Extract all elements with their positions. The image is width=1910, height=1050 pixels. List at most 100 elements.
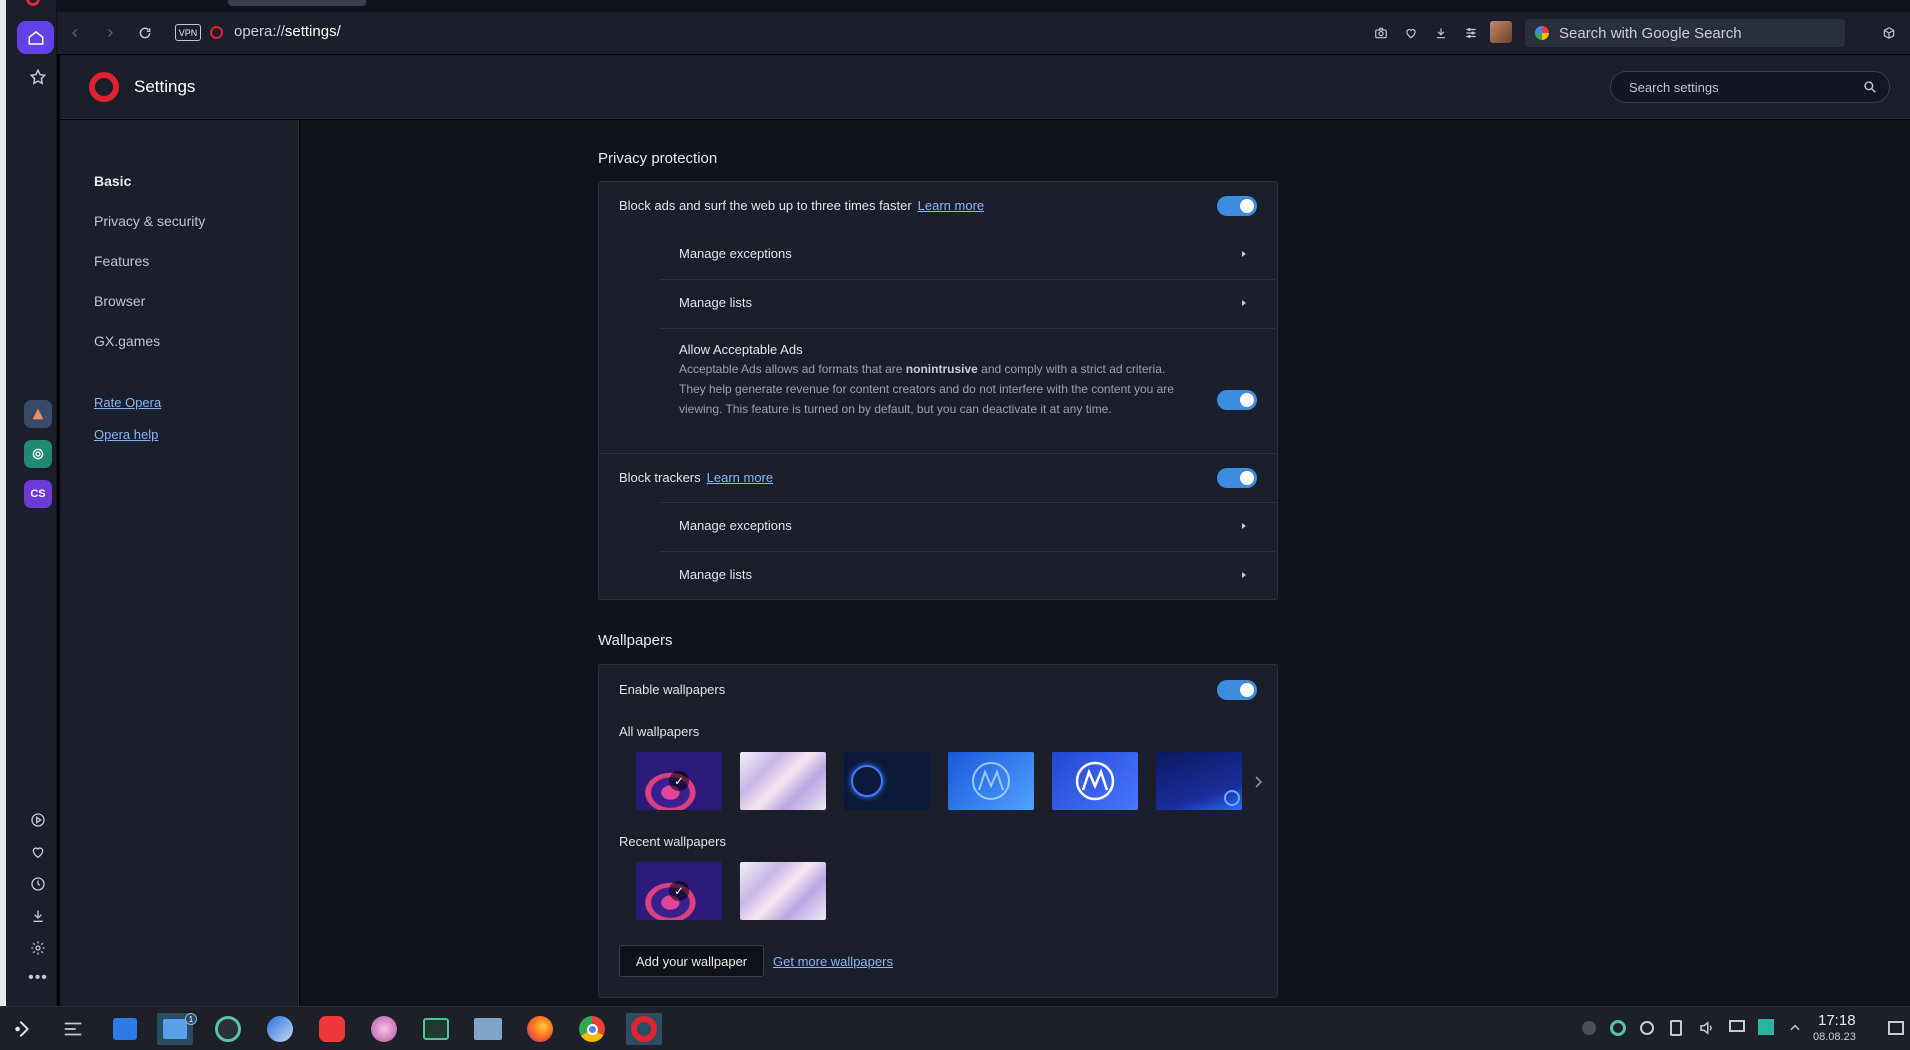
trackers-manage-exceptions[interactable]: Manage exceptions bbox=[679, 518, 792, 533]
enable-wallpapers-toggle[interactable] bbox=[1217, 680, 1257, 700]
extensions-cube-icon[interactable] bbox=[1878, 22, 1900, 44]
get-more-wallpapers-link[interactable]: Get more wallpapers bbox=[773, 954, 893, 969]
firefox-icon[interactable] bbox=[522, 1013, 558, 1045]
block-trackers-learn-more-link[interactable]: Learn more bbox=[707, 470, 773, 485]
wallpaper-thumbnail-4[interactable] bbox=[948, 752, 1034, 810]
chrome-icon[interactable] bbox=[574, 1013, 610, 1045]
settings-gear-icon[interactable] bbox=[20, 932, 56, 964]
block-ads-learn-more-link[interactable]: Learn more bbox=[918, 198, 984, 213]
url-field[interactable]: opera://settings/ bbox=[234, 23, 341, 40]
nav-features[interactable]: Features bbox=[94, 253, 149, 269]
xmind-tray-icon[interactable] bbox=[1610, 1020, 1626, 1036]
download-icon[interactable] bbox=[1430, 22, 1452, 44]
acceptable-ads-toggle[interactable] bbox=[1217, 390, 1257, 410]
app-tray-icon[interactable] bbox=[1758, 1019, 1774, 1035]
media-pause-tray-icon[interactable] bbox=[1640, 1021, 1654, 1035]
store-bag-icon[interactable] bbox=[107, 1013, 143, 1045]
block-ads-toggle[interactable] bbox=[1217, 196, 1257, 216]
settings-search-placeholder: Search settings bbox=[1629, 79, 1719, 95]
vivaldi-icon[interactable] bbox=[314, 1013, 350, 1045]
active-tab[interactable] bbox=[228, 0, 366, 6]
rate-opera-link[interactable]: Rate Opera bbox=[94, 395, 161, 410]
block-trackers-label: Block trackers bbox=[619, 470, 701, 485]
wallpaper-thumbnail-6[interactable] bbox=[1156, 752, 1242, 810]
clipboard-tray-icon[interactable] bbox=[1670, 1020, 1682, 1036]
nav-privacy-security[interactable]: Privacy & security bbox=[94, 213, 205, 229]
network-tray-icon[interactable] bbox=[1729, 1020, 1745, 1032]
add-wallpaper-button[interactable]: Add your wallpaper bbox=[619, 945, 764, 977]
reload-icon[interactable] bbox=[134, 22, 156, 44]
my-flow-heart-icon[interactable] bbox=[20, 836, 56, 868]
clock-time[interactable]: 17:18 bbox=[1818, 1012, 1856, 1029]
recent-wallpapers-label: Recent wallpapers bbox=[619, 834, 726, 849]
updates-tray-icon[interactable] bbox=[1582, 1021, 1596, 1035]
snapshot-camera-icon[interactable] bbox=[1370, 22, 1392, 44]
opera-sidebar: CS ••• bbox=[6, 0, 57, 1006]
bookmark-heart-icon[interactable] bbox=[1400, 22, 1422, 44]
opera-menu-icon[interactable] bbox=[26, 0, 40, 6]
chevron-right-icon[interactable] bbox=[1239, 570, 1249, 580]
thunderbird-icon[interactable] bbox=[262, 1013, 298, 1045]
enable-wallpapers-label: Enable wallpapers bbox=[619, 682, 726, 697]
trackers-manage-lists[interactable]: Manage lists bbox=[679, 567, 752, 582]
image-viewer-icon[interactable] bbox=[366, 1013, 402, 1045]
opera-taskbar-icon[interactable] bbox=[626, 1013, 662, 1045]
volume-tray-icon[interactable] bbox=[1698, 1019, 1716, 1037]
chatgpt-app-icon[interactable] bbox=[24, 440, 52, 468]
history-icon[interactable] bbox=[20, 868, 56, 900]
selected-check-icon: ✓ bbox=[669, 881, 689, 901]
terminal-icon[interactable] bbox=[418, 1013, 454, 1045]
task-manager-icon[interactable] bbox=[55, 1013, 91, 1045]
chevron-right-icon[interactable] bbox=[1239, 521, 1249, 531]
pinboards-icon[interactable] bbox=[20, 61, 56, 93]
clock-date[interactable]: 08.08.23 bbox=[1813, 1031, 1856, 1043]
wallpaper-thumbnail-1[interactable]: ✓ bbox=[636, 752, 722, 810]
easy-setup-icon[interactable] bbox=[1460, 22, 1482, 44]
omnisearch-placeholder: Search with Google Search bbox=[1559, 24, 1742, 42]
aria-app-icon[interactable] bbox=[24, 400, 52, 428]
wallpapers-next-chevron-icon[interactable] bbox=[1254, 775, 1264, 789]
home-icon[interactable] bbox=[17, 21, 54, 54]
opera-logo-icon bbox=[89, 72, 119, 102]
xmind-icon[interactable] bbox=[210, 1013, 246, 1045]
opera-site-icon bbox=[210, 26, 223, 39]
settings-search-input[interactable]: Search settings bbox=[1610, 71, 1890, 103]
vpn-badge[interactable]: VPN bbox=[175, 24, 201, 41]
search-icon[interactable] bbox=[1863, 80, 1877, 94]
chatsonic-app-icon[interactable]: CS bbox=[24, 480, 52, 508]
forward-icon[interactable] bbox=[99, 22, 121, 44]
wallpaper-thumbnail-3[interactable] bbox=[844, 752, 930, 810]
block-trackers-toggle[interactable] bbox=[1217, 468, 1257, 488]
divider bbox=[660, 551, 1278, 552]
more-options-icon[interactable]: ••• bbox=[20, 962, 56, 994]
presentation-icon[interactable] bbox=[470, 1013, 506, 1045]
block-trackers-row: Block trackers Learn more bbox=[619, 470, 773, 485]
player-icon[interactable] bbox=[20, 804, 56, 836]
opera-help-link[interactable]: Opera help bbox=[94, 427, 158, 442]
recent-wallpaper-thumbnail-2[interactable] bbox=[740, 862, 826, 920]
selected-check-icon: ✓ bbox=[669, 771, 689, 791]
file-manager-icon[interactable]: 1 bbox=[157, 1013, 197, 1045]
search-with-google-field[interactable]: Search with Google Search bbox=[1525, 19, 1845, 47]
opera-m-logo-icon bbox=[1075, 761, 1115, 801]
downloads-icon[interactable] bbox=[20, 900, 56, 932]
chevron-right-icon[interactable] bbox=[1239, 298, 1249, 308]
back-icon[interactable] bbox=[64, 22, 86, 44]
wallpaper-thumbnail-5[interactable] bbox=[1052, 752, 1138, 810]
divider bbox=[660, 279, 1278, 280]
recent-wallpaper-thumbnail-1[interactable]: ✓ bbox=[636, 862, 722, 920]
ads-manage-exceptions[interactable]: Manage exceptions bbox=[679, 246, 792, 261]
divider bbox=[599, 453, 1278, 454]
profile-avatar[interactable] bbox=[1490, 21, 1512, 43]
acceptable-ads-desc-1: Acceptable Ads allows ad formats that ar… bbox=[679, 362, 906, 376]
wallpaper-thumbnail-2[interactable] bbox=[740, 752, 826, 810]
block-ads-row: Block ads and surf the web up to three t… bbox=[619, 198, 984, 213]
nav-browser[interactable]: Browser bbox=[94, 293, 145, 309]
nav-gx-games[interactable]: GX.games bbox=[94, 333, 160, 349]
chevron-right-icon[interactable] bbox=[1239, 249, 1249, 259]
show-desktop-icon[interactable] bbox=[1888, 1021, 1904, 1035]
tray-expand-chevron-icon[interactable] bbox=[1788, 1021, 1802, 1035]
ads-manage-lists[interactable]: Manage lists bbox=[679, 295, 752, 310]
app-launcher-icon[interactable] bbox=[6, 1013, 42, 1045]
nav-basic[interactable]: Basic bbox=[94, 173, 131, 189]
